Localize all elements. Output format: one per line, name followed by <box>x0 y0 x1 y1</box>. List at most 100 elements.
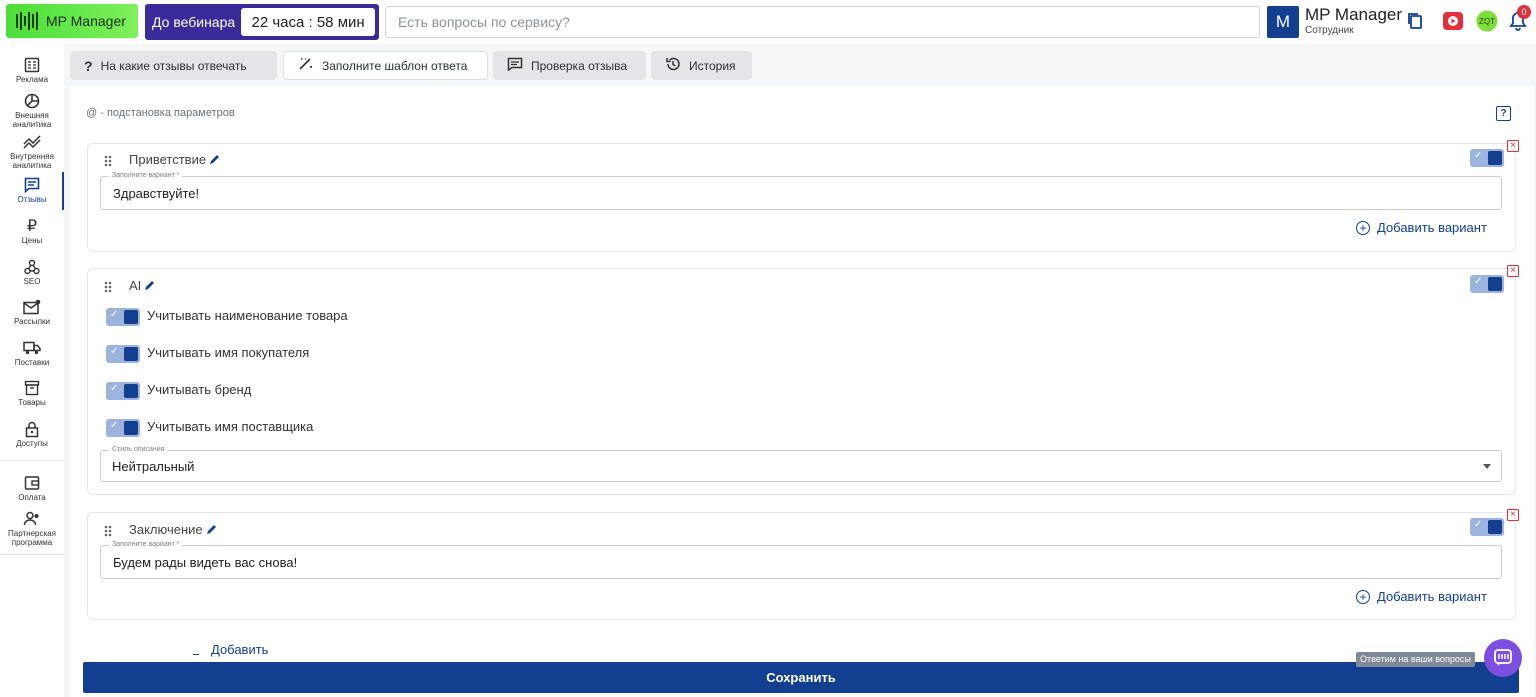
sidebar: Реклама Внешняя аналитика Внутренняя ана… <box>0 44 64 697</box>
logo-text: MP Manager <box>46 13 126 29</box>
edit-pencil-icon[interactable] <box>144 280 155 291</box>
sidebar-item-label: Рассылки <box>14 317 50 326</box>
sidebar-item-label: Доступы <box>16 439 48 448</box>
ads-icon <box>22 56 42 74</box>
chat-tooltip: Ответим на ваши вопросы <box>1356 652 1475 667</box>
chat-icon <box>1494 649 1512 666</box>
webinar-countdown[interactable]: До вебинара 22 часа : 58 мин <box>145 4 379 40</box>
add-variant-label: Добавить вариант <box>1377 220 1487 235</box>
option-supplier-name-toggle[interactable]: ✓ <box>106 419 140 437</box>
help-icon[interactable]: ? <box>1496 106 1511 121</box>
sidebar-item-label: Внешняя аналитика <box>12 111 52 129</box>
sidebar-item-products[interactable]: Товары <box>0 379 64 407</box>
drag-handle-icon[interactable] <box>104 281 112 293</box>
field-value: Будем рады видеть вас снова! <box>113 555 298 570</box>
style-select[interactable]: Стиль описания Нейтральный <box>100 446 1502 482</box>
tab-check-review[interactable]: Проверка отзыва <box>493 51 646 80</box>
option-product-name-toggle[interactable]: ✓ <box>106 308 140 326</box>
history-icon <box>665 56 681 75</box>
conclusion-enabled-toggle[interactable]: ✓ <box>1470 518 1504 536</box>
add-variant-button[interactable]: + Добавить вариант <box>1356 589 1487 604</box>
sidebar-item-reviews[interactable]: Отзывы <box>0 172 64 210</box>
remove-section-icon[interactable]: × <box>1507 509 1519 521</box>
option-buyer-name-toggle[interactable]: ✓ <box>106 345 140 363</box>
logo-button[interactable]: MP Manager <box>6 4 138 38</box>
wallet-icon <box>22 474 42 492</box>
option-label: Учитывать имя поставщика <box>147 419 314 434</box>
save-button[interactable]: Сохранить <box>83 662 1519 693</box>
option-label: Учитывать бренд <box>147 382 252 397</box>
conclusion-variant-field[interactable]: Заполните вариант * Будем рады видеть ва… <box>100 541 1502 579</box>
sidebar-item-mailings[interactable]: Рассылки <box>0 298 64 326</box>
select-value: Нейтральный <box>112 459 195 474</box>
remove-section-icon[interactable]: × <box>1507 140 1519 152</box>
edit-pencil-icon[interactable] <box>209 154 220 165</box>
drag-handle-icon[interactable] <box>104 155 112 167</box>
sidebar-item-supplies[interactable]: Поставки <box>0 339 64 367</box>
trend-icon <box>22 133 42 151</box>
sidebar-item-partner-program[interactable]: Партнерская программа <box>0 510 64 547</box>
seo-icon <box>22 258 42 276</box>
greeting-title-text: Приветствие <box>129 152 207 167</box>
copy-icon[interactable] <box>1404 10 1426 32</box>
tab-which-reviews[interactable]: ? На какие отзывы отвечать <box>70 51 277 80</box>
chat-button[interactable] <box>1484 639 1522 677</box>
greeting-enabled-toggle[interactable]: ✓ <box>1470 149 1504 167</box>
option-brand-toggle[interactable]: ✓ <box>106 382 140 400</box>
box-icon <box>22 379 42 397</box>
webinar-timer: 22 часа : 58 мин <box>241 8 375 36</box>
barcode-logo-icon <box>16 11 38 31</box>
field-legend: Стиль описания <box>109 446 168 453</box>
tab-label: Заполните шаблон ответа <box>322 58 468 73</box>
conclusion-title: Заключение <box>129 522 217 537</box>
user-avatar[interactable]: M <box>1267 6 1299 38</box>
ai-title-text: AI <box>129 278 142 293</box>
webinar-label: До вебинара <box>152 14 236 30</box>
tab-label: Проверка отзыва <box>531 58 628 73</box>
user-name[interactable]: MP Manager <box>1305 5 1402 25</box>
dropdown-arrow-icon <box>1483 464 1491 469</box>
field-legend: Заполните вариант * <box>109 172 183 179</box>
edit-pencil-icon[interactable] <box>206 524 217 535</box>
sidebar-item-seo[interactable]: SEO <box>0 258 64 286</box>
tab-fill-template[interactable]: Заполните шаблон ответа <box>283 51 488 80</box>
video-play-icon[interactable] <box>1442 10 1464 32</box>
plus-circle-icon: + <box>1356 220 1370 235</box>
magic-icon <box>298 57 314 74</box>
user-role: Сотрудник <box>1305 25 1354 36</box>
sidebar-item-label: SEO <box>23 277 41 286</box>
option-label: Учитывать имя покупателя <box>147 345 310 360</box>
truck-icon <box>22 339 42 357</box>
sidebar-item-payment[interactable]: Оплата <box>0 474 64 502</box>
conclusion-title-text: Заключение <box>129 522 203 537</box>
ai-enabled-toggle[interactable]: ✓ <box>1470 275 1504 293</box>
question-icon: ? <box>84 57 93 74</box>
reviews-icon <box>22 176 42 194</box>
search-input[interactable] <box>385 6 1260 38</box>
sidebar-divider <box>0 554 64 555</box>
remove-section-icon[interactable]: × <box>1507 265 1519 277</box>
add-variant-button[interactable]: + Добавить вариант <box>1356 220 1487 235</box>
add-section-link[interactable]: Добавить <box>211 642 268 657</box>
sidebar-item-external-analytics[interactable]: Внешняя аналитика <box>0 92 64 129</box>
add-dash-icon <box>193 654 199 655</box>
tab-label: История <box>689 58 736 73</box>
plus-circle-icon: + <box>1356 589 1370 604</box>
greeting-variant-field[interactable]: Заполните вариант * Здравствуйте! <box>100 172 1502 210</box>
field-legend: Заполните вариант * <box>109 541 183 548</box>
sidebar-item-label: Реклама <box>15 75 49 84</box>
svg-text:ZQT: ZQT <box>1479 17 1495 26</box>
drag-handle-icon[interactable] <box>104 525 112 537</box>
avatar-icon[interactable]: ZQT <box>1476 10 1498 32</box>
tab-history[interactable]: История <box>651 51 752 80</box>
sidebar-item-label: Оплата <box>18 493 46 502</box>
sidebar-item-ads[interactable]: Реклама <box>0 56 64 84</box>
sidebar-item-access[interactable]: Доступы <box>0 420 64 448</box>
sidebar-item-internal-analytics[interactable]: Внутренняя аналитика <box>0 133 64 170</box>
tab-label: На какие отзывы отвечать <box>100 58 247 73</box>
lock-icon <box>22 420 42 438</box>
partners-icon <box>22 510 42 528</box>
top-bar: MP Manager До вебинара 22 часа : 58 мин … <box>0 0 1536 44</box>
sidebar-item-prices[interactable]: ₽ Цены <box>0 217 64 245</box>
sidebar-item-label: Цены <box>21 236 43 245</box>
